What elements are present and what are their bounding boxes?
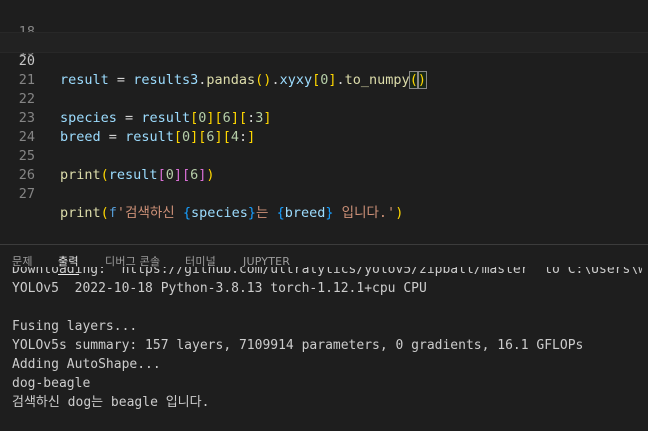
- code-line-24[interactable]: 24: [0, 109, 648, 145]
- code-line-25[interactable]: 25 print(result[0][6]): [0, 128, 648, 183]
- output-line-text: Downloading: "https://github.com/ultraly…: [12, 267, 642, 277]
- bottom-panel: 문제 출력 디버그 콘솔 터미널 JUPYTER Downloading: "h…: [0, 245, 648, 431]
- code-text[interactable]: print(f'검색하신 {species}는 {breed} 입니다.'): [60, 204, 403, 223]
- code-line-23[interactable]: 23 breed = result[0][6][4:]: [0, 90, 648, 145]
- code-line-22[interactable]: 22 species = result[0][6][:3]: [0, 71, 648, 126]
- code-line-21[interactable]: 21: [0, 52, 648, 88]
- output-line: YOLOv5 2022-10-18 Python-3.8.13 torch-1.…: [12, 281, 427, 296]
- output-log[interactable]: Downloading: "https://github.com/ultraly…: [12, 267, 642, 431]
- code-line-27[interactable]: 27 print(f'검색하신 {species}는 {breed} 입니다.'…: [0, 166, 648, 221]
- code-line-18[interactable]: 18: [0, 4, 648, 40]
- output-line: Adding AutoShape...: [12, 357, 161, 372]
- output-line: Downloading: "https://github.com/ultraly…: [12, 267, 642, 279]
- line-number: 27: [18, 186, 35, 202]
- output-line: YOLOv5s summary: 157 layers, 7109914 par…: [12, 338, 584, 353]
- code-editor[interactable]: 18 19 20 result = results3.pandas().xyxy…: [0, 0, 648, 244]
- code-line-26[interactable]: 26: [0, 147, 648, 183]
- output-line: Fusing layers...: [12, 319, 138, 334]
- output-line: dog-beagle: [12, 376, 91, 391]
- code-line-20[interactable]: 20 result = results3.pandas().xyxy[0].to…: [0, 32, 648, 89]
- output-line: 검색하신 dog는 beagle 입니다.: [12, 395, 210, 410]
